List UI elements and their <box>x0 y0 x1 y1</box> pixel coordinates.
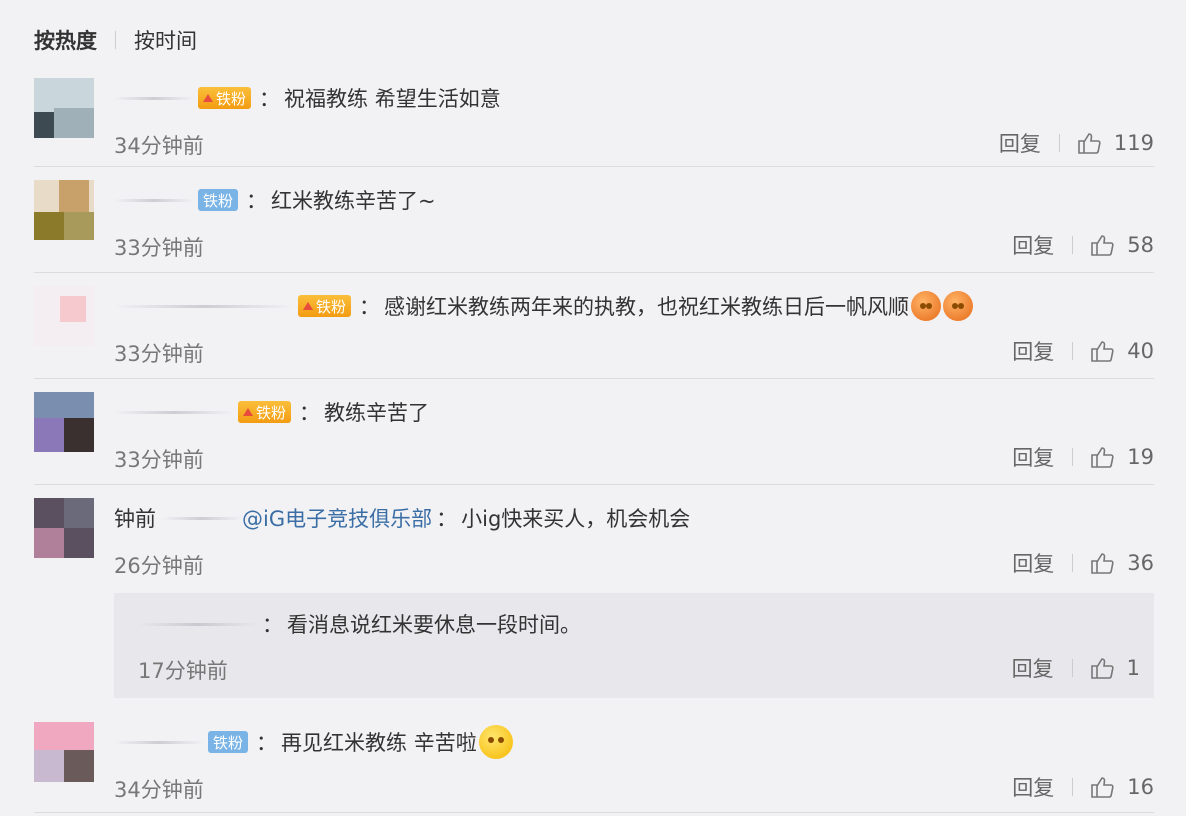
comment-time: 26分钟前 <box>114 554 204 578</box>
comment-time: 33分钟前 <box>114 448 204 472</box>
comment-line: 铁粉 ： 祝福教练 希望生活如意 <box>114 78 501 118</box>
thumbs-up-icon[interactable] <box>1091 446 1115 468</box>
thumbs-up-icon[interactable] <box>1091 552 1115 574</box>
fan-badge[interactable]: 铁粉 <box>198 189 239 211</box>
crown-icon <box>243 408 253 416</box>
like-count: 40 <box>1127 339 1154 363</box>
comment-actions: 回复 58 <box>1012 230 1154 260</box>
comment-text: 教练辛苦了 <box>324 401 430 425</box>
avatar[interactable] <box>34 78 94 138</box>
comment-actions: 回复 19 <box>1012 442 1154 472</box>
avatar[interactable] <box>34 286 94 346</box>
fan-badge[interactable]: 铁粉 <box>298 295 352 317</box>
username-blurred[interactable] <box>114 740 204 744</box>
reply-time: 17分钟前 <box>138 659 228 683</box>
thumbs-up-icon[interactable] <box>1091 776 1115 798</box>
username-blurred[interactable] <box>114 410 234 414</box>
fan-badge[interactable]: 铁粉 <box>208 731 249 753</box>
divider <box>34 378 1154 379</box>
username-blurred[interactable] <box>162 516 242 520</box>
emoji-icon <box>478 725 513 759</box>
comment-line: 铁粉 ： 感谢红米教练两年来的执教，也祝红米教练日后一帆风顺 <box>114 286 974 326</box>
username-blurred[interactable] <box>138 622 258 626</box>
comment-actions: 回复 40 <box>1012 336 1154 366</box>
reply-button[interactable]: 回复 <box>1012 653 1054 683</box>
sort-tabs: 按热度 按时间 <box>34 24 197 56</box>
comment-item: 铁粉 ： 祝福教练 希望生活如意 34分钟前 回复 119 <box>34 78 1154 158</box>
emoji-icon <box>943 291 974 321</box>
reply-actions: 回复 1 <box>1012 653 1140 683</box>
username-fragment: 钟前 <box>114 507 156 531</box>
avatar[interactable] <box>34 498 94 558</box>
avatar[interactable] <box>34 722 94 782</box>
reply-button[interactable]: 回复 <box>1012 336 1054 366</box>
reply-button[interactable]: 回复 <box>1012 442 1054 472</box>
like-count: 36 <box>1127 551 1154 575</box>
fan-badge[interactable]: 铁粉 <box>238 401 292 423</box>
comment-line: 铁粉 ： 教练辛苦了 <box>114 392 429 432</box>
comment-text: 再见红米教练 辛苦啦 <box>281 731 477 755</box>
comment-actions: 回复 16 <box>1012 772 1154 802</box>
reply-button[interactable]: 回复 <box>999 128 1041 158</box>
comment-time: 33分钟前 <box>114 342 204 366</box>
reply-button[interactable]: 回复 <box>1012 772 1054 802</box>
comment-line: 钟前 @iG电子竞技俱乐部 ： 小ig快来买人，机会机会 <box>114 498 690 538</box>
crown-icon <box>303 302 313 310</box>
comment-item: 铁粉 ： 再见红米教练 辛苦啦 34分钟前 回复 16 <box>34 722 1154 802</box>
reply-button[interactable]: 回复 <box>1012 230 1054 260</box>
divider <box>34 166 1154 167</box>
avatar[interactable] <box>34 180 94 240</box>
crown-icon <box>203 94 213 102</box>
comment-text: 红米教练辛苦了~ <box>271 189 436 213</box>
username-blurred[interactable] <box>114 304 294 308</box>
username-blurred[interactable] <box>114 198 194 202</box>
tab-sort-time[interactable]: 按时间 <box>134 25 197 55</box>
tab-divider <box>115 31 116 49</box>
avatar[interactable] <box>34 392 94 452</box>
reply-line: ： 看消息说红米要休息一段时间。 <box>138 607 581 641</box>
comment-text: 祝福教练 希望生活如意 <box>284 87 501 111</box>
like-count: 16 <box>1127 775 1154 799</box>
fan-badge[interactable]: 铁粉 <box>198 87 252 109</box>
like-count: 19 <box>1127 445 1154 469</box>
comment-line: 铁粉 ： 再见红米教练 辛苦啦 <box>114 722 513 762</box>
thumbs-up-icon[interactable] <box>1090 657 1115 679</box>
comment-actions: 回复 119 <box>999 128 1154 158</box>
comment-time: 34分钟前 <box>114 778 204 802</box>
comment-item: 铁粉 ： 教练辛苦了 33分钟前 回复 19 <box>34 392 1154 472</box>
comment-time: 34分钟前 <box>114 134 204 158</box>
comment-line: 铁粉 ： 红米教练辛苦了~ <box>114 180 436 220</box>
mention-link[interactable]: @iG电子竞技俱乐部 <box>242 503 432 533</box>
comment-time: 33分钟前 <box>114 236 204 260</box>
reply-text: 看消息说红米要休息一段时间。 <box>287 613 581 637</box>
thumbs-up-icon[interactable] <box>1078 132 1102 154</box>
thumbs-up-icon[interactable] <box>1091 234 1115 256</box>
reply-thread: ： 看消息说红米要休息一段时间。 17分钟前 回复 1 <box>114 593 1154 698</box>
like-count: 119 <box>1113 131 1154 155</box>
comment-item: 铁粉 ： 感谢红米教练两年来的执教，也祝红米教练日后一帆风顺 33分钟前 回复 … <box>34 286 1154 366</box>
divider <box>34 812 1154 813</box>
comment-text: 感谢红米教练两年来的执教，也祝红米教练日后一帆风顺 <box>384 295 910 319</box>
divider <box>34 272 1154 273</box>
tab-sort-hot[interactable]: 按热度 <box>34 25 97 55</box>
comment-item: 铁粉 ： 红米教练辛苦了~ 33分钟前 回复 58 <box>34 180 1154 260</box>
thumbs-up-icon[interactable] <box>1091 340 1115 362</box>
divider <box>34 484 1154 485</box>
username-blurred[interactable] <box>114 96 194 100</box>
comment-text: 小ig快来买人，机会机会 <box>461 507 691 531</box>
like-count: 58 <box>1127 233 1154 257</box>
like-count: 1 <box>1126 656 1140 680</box>
comment-item: 钟前 @iG电子竞技俱乐部 ： 小ig快来买人，机会机会 26分钟前 回复 36 <box>34 498 1154 578</box>
reply-button[interactable]: 回复 <box>1012 548 1054 578</box>
comment-actions: 回复 36 <box>1012 548 1154 578</box>
emoji-icon <box>911 291 942 321</box>
